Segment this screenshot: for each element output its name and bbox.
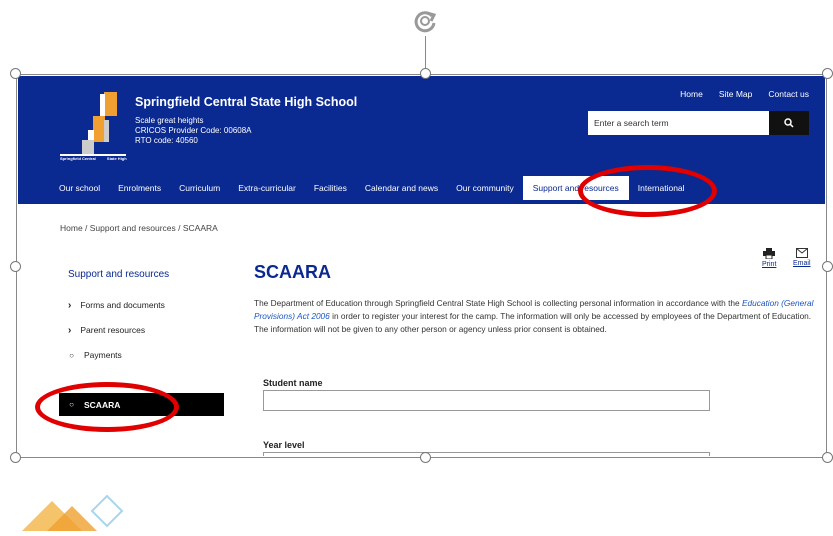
resize-handle-bottom[interactable] [420,452,431,463]
resize-handle-left[interactable] [10,261,21,272]
resize-handle-top[interactable] [420,68,431,79]
resize-handle-bottom-right[interactable] [822,452,833,463]
decorative-shapes [12,491,132,531]
selection-frame [16,74,827,458]
resize-handle-top-right[interactable] [822,68,833,79]
resize-handle-right[interactable] [822,261,833,272]
resize-handle-top-left[interactable] [10,68,21,79]
rotate-handle-icon[interactable] [410,6,440,36]
resize-handle-bottom-left[interactable] [10,452,21,463]
